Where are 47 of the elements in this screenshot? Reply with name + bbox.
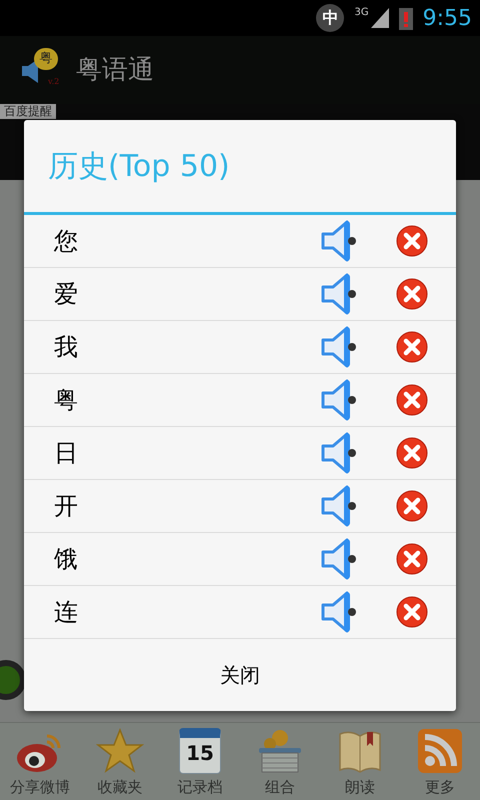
history-word: 开 bbox=[54, 491, 79, 522]
delete-icon[interactable] bbox=[396, 225, 428, 257]
history-row[interactable]: 开 bbox=[24, 480, 456, 533]
delete-icon[interactable] bbox=[396, 596, 428, 628]
toolbar-button[interactable]: 15 记录档 bbox=[164, 728, 236, 798]
battery-icon bbox=[398, 6, 413, 30]
history-word: 粤 bbox=[54, 385, 79, 416]
history-row[interactable]: 日 bbox=[24, 427, 456, 480]
history-row[interactable]: 爱 bbox=[24, 268, 456, 321]
speaker-icon[interactable] bbox=[320, 324, 358, 370]
star-icon bbox=[96, 728, 144, 774]
rss-icon bbox=[417, 728, 463, 774]
history-row[interactable]: 连 bbox=[24, 586, 456, 639]
delete-icon[interactable] bbox=[396, 490, 428, 522]
basket-icon bbox=[256, 728, 304, 774]
clock: 9:55 bbox=[422, 4, 472, 32]
input-method-icon: 中 bbox=[316, 4, 344, 32]
delete-icon[interactable] bbox=[396, 384, 428, 416]
calendar-day: 15 bbox=[180, 738, 220, 768]
speaker-icon[interactable] bbox=[320, 483, 358, 529]
app-title: 粤语通 bbox=[76, 54, 154, 86]
delete-icon[interactable] bbox=[396, 437, 428, 469]
history-row[interactable]: 饿 bbox=[24, 533, 456, 586]
logo-version: v.2 bbox=[48, 76, 60, 88]
speaker-icon[interactable] bbox=[320, 536, 358, 582]
history-row[interactable]: 我 bbox=[24, 321, 456, 374]
speaker-icon[interactable] bbox=[320, 377, 358, 423]
speaker-icon[interactable] bbox=[320, 430, 358, 476]
delete-icon[interactable] bbox=[396, 543, 428, 575]
history-word: 日 bbox=[54, 438, 79, 469]
speaker-icon[interactable] bbox=[320, 218, 358, 264]
history-row[interactable]: 粤 bbox=[24, 374, 456, 427]
signal-icon bbox=[370, 8, 389, 28]
speaker-icon[interactable] bbox=[320, 271, 358, 317]
delete-icon[interactable] bbox=[396, 278, 428, 310]
history-word: 我 bbox=[54, 332, 79, 363]
history-word: 爱 bbox=[54, 279, 79, 310]
history-word: 饿 bbox=[54, 544, 79, 575]
logo-badge: 粤 bbox=[34, 48, 58, 70]
network-type: 3G bbox=[354, 8, 369, 18]
history-word: 您 bbox=[54, 226, 79, 257]
delete-icon[interactable] bbox=[396, 331, 428, 363]
dialog-title: 历史(Top 50) bbox=[48, 148, 230, 186]
history-word: 连 bbox=[54, 597, 79, 628]
speaker-icon[interactable] bbox=[320, 589, 358, 635]
history-row[interactable]: 您 bbox=[24, 215, 456, 268]
close-button[interactable]: 关闭 bbox=[24, 639, 456, 711]
